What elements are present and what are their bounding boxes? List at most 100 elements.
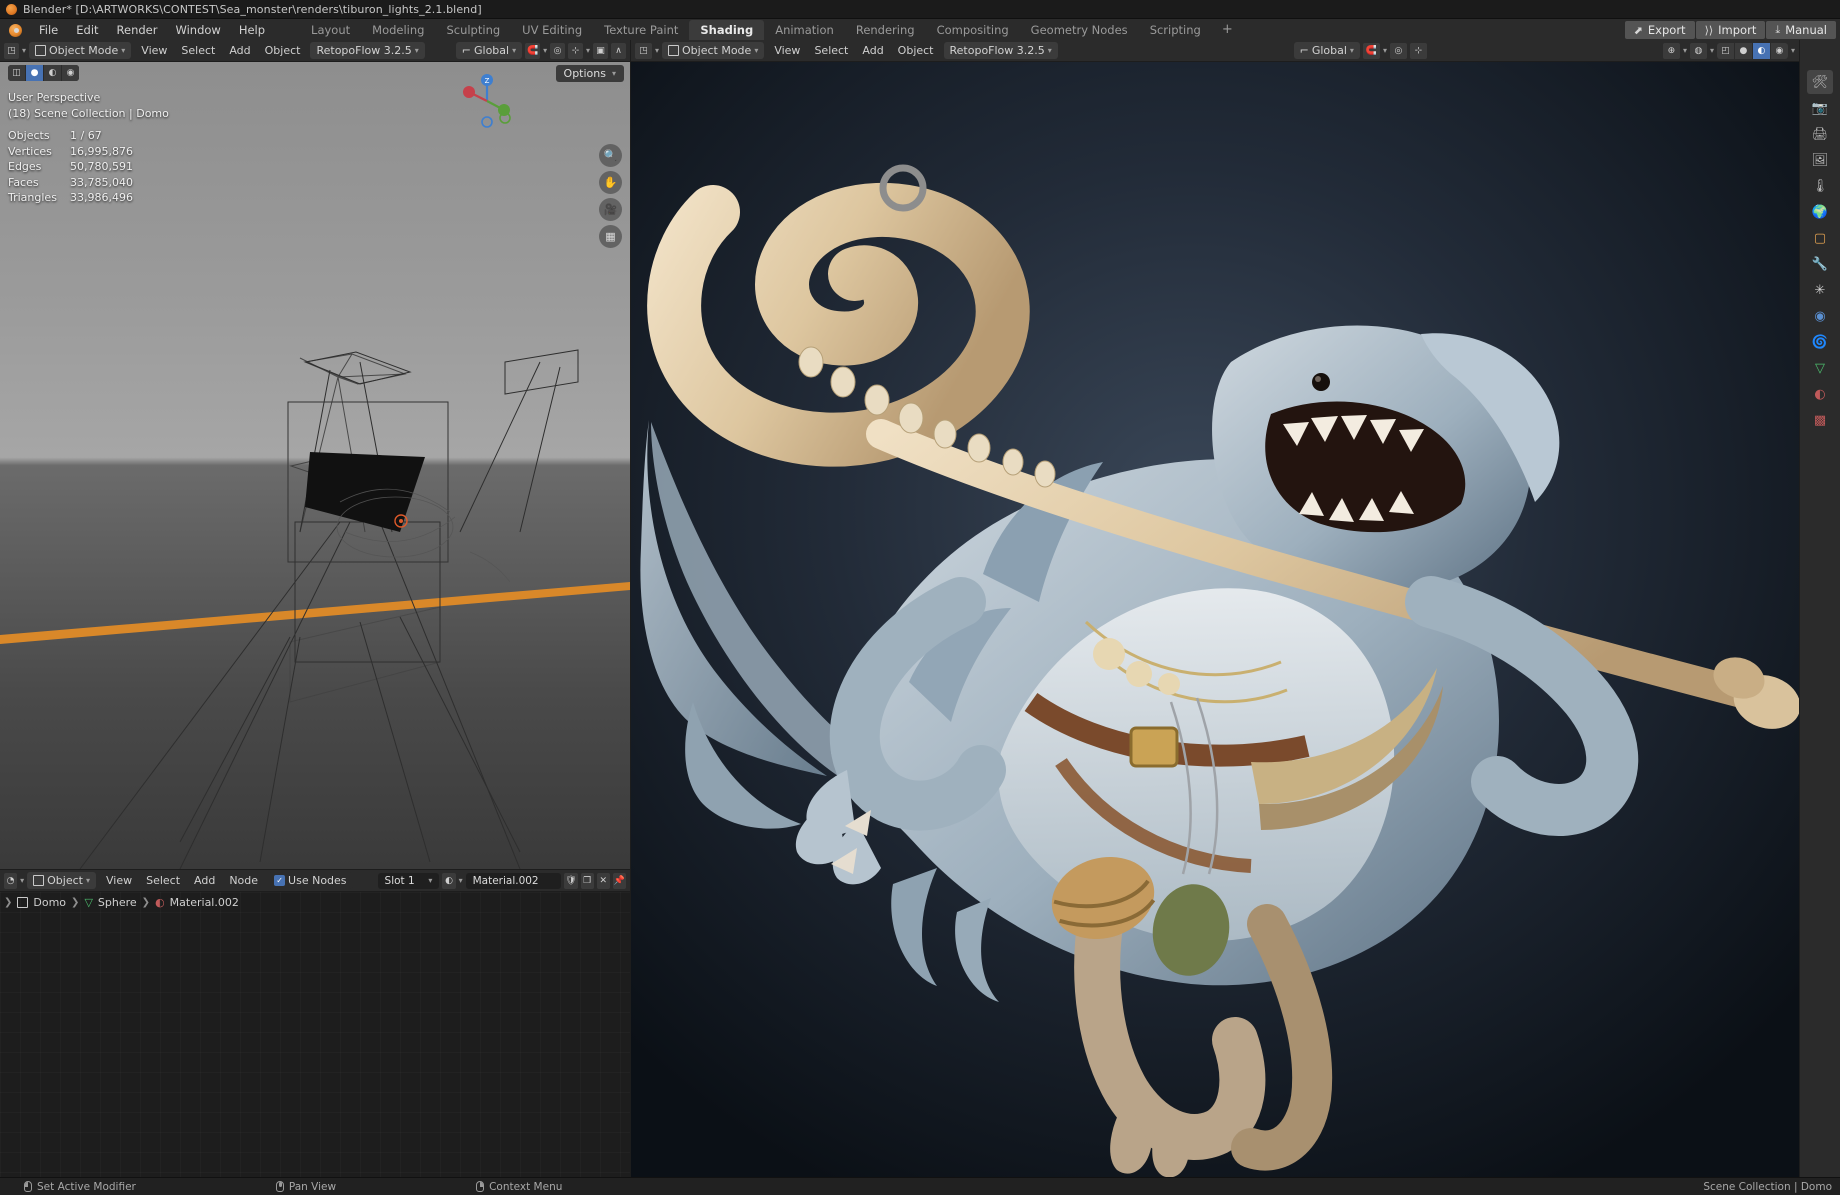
render-icon[interactable]: 📷 (1807, 96, 1833, 120)
show-overlays-icon-right[interactable]: ◍ (1689, 42, 1707, 59)
retopoflow-menu-right[interactable]: RetopoFlow 3.2.5 ▾ (943, 42, 1058, 59)
shader-node-editor[interactable]: ◔ ▾ Object ▾ View Select Add Node ✓ Use Nod… (0, 870, 630, 1177)
shading-material-icon-right[interactable]: ◐ (1752, 42, 1770, 59)
viewport-right-menu-view[interactable]: View (767, 42, 807, 59)
mode-selector-right[interactable]: Object Mode ▾ (662, 42, 765, 59)
export-button[interactable]: ⬈ Export (1624, 21, 1695, 39)
menu-help[interactable]: Help (230, 20, 274, 40)
add-workspace-button[interactable]: + (1212, 22, 1243, 37)
material-name-field[interactable]: Material.002 (465, 872, 562, 889)
view-layer-icon[interactable]: 🖼 (1807, 148, 1833, 172)
snap-magnet-icon-left[interactable]: 🧲 (525, 42, 541, 59)
viewport-left-menu-select[interactable]: Select (174, 42, 222, 59)
workspace-tab-texture-paint[interactable]: Texture Paint (593, 20, 689, 40)
viewport-left-options-button[interactable]: Options ▾ (555, 65, 624, 82)
menu-window[interactable]: Window (166, 20, 229, 40)
workspace-tab-scripting[interactable]: Scripting (1139, 20, 1212, 40)
shading-rendered-icon-left[interactable]: ◉ (62, 65, 79, 81)
constraints-icon[interactable]: 🌀 (1807, 330, 1833, 354)
viewport-right-menu-add[interactable]: Add (855, 42, 890, 59)
physics-icon[interactable]: ◉ (1807, 304, 1833, 328)
fake-user-shield-icon[interactable]: 🛡 (564, 872, 578, 889)
node-editor-menu-select[interactable]: Select (139, 872, 187, 889)
mode-selector-left[interactable]: Object Mode ▾ (28, 42, 132, 59)
viewport-left-canvas[interactable]: User Perspective (18) Scene Collection |… (0, 62, 630, 869)
browse-material-icon[interactable]: ◐ (442, 872, 456, 889)
manual-button[interactable]: ⤓ Manual (1766, 21, 1836, 39)
ortho-toggle-icon-left[interactable]: ▦ (599, 225, 622, 248)
shading-rendered-icon-right[interactable]: ◉ (1770, 42, 1788, 59)
shader-type-selector[interactable]: Object ▾ (27, 872, 96, 889)
world-icon[interactable]: 🌍 (1807, 200, 1833, 224)
snap-target-icon-left[interactable]: ▣ (593, 42, 608, 59)
rendered-image[interactable] (631, 62, 1799, 1177)
editor-type-icon[interactable]: ◳ (4, 42, 19, 59)
shading-wireframe-icon-right[interactable]: ◰ (1716, 42, 1734, 59)
workspace-tab-modeling[interactable]: Modeling (361, 20, 435, 40)
transform-orientation-right[interactable]: ⌐ Global ▾ (1293, 42, 1360, 59)
viewport-right[interactable]: ◳ ▾ Object Mode ▾ View Select Add Object Re… (631, 40, 1799, 1177)
menu-render[interactable]: Render (108, 20, 167, 40)
texture-icon[interactable]: ▩ (1807, 408, 1833, 432)
blender-app-icon[interactable] (6, 21, 26, 39)
breadcrumb-item-mesh[interactable]: Sphere (98, 896, 137, 909)
node-editor-menu-add[interactable]: Add (187, 872, 222, 889)
workspace-tab-animation[interactable]: Animation (764, 20, 845, 40)
show-gizmo-icon-right[interactable]: ⊕ (1662, 42, 1680, 59)
node-editor-canvas[interactable] (0, 892, 630, 1177)
navigation-gizmo-left[interactable]: Z (456, 70, 518, 132)
duplicate-material-icon[interactable]: ❐ (580, 872, 594, 889)
transform-orientation-left[interactable]: ⌐ Global ▾ (455, 42, 523, 59)
zoom-tool-icon-left[interactable]: 🔍 (599, 144, 622, 167)
shading-solid-icon-left[interactable]: ● (26, 65, 43, 81)
menu-file[interactable]: File (30, 20, 67, 40)
breadcrumb-item-material[interactable]: Material.002 (170, 896, 239, 909)
unlink-material-icon[interactable]: ✕ (596, 872, 610, 889)
node-editor-type-icon[interactable]: ◔ (4, 872, 18, 889)
workspace-tab-sculpting[interactable]: Sculpting (435, 20, 511, 40)
breadcrumb-item-object[interactable]: Domo (33, 896, 66, 909)
pan-tool-icon-left[interactable]: ✋ (599, 171, 622, 194)
use-nodes-toggle[interactable]: ✓ Use Nodes (268, 872, 353, 889)
workspace-tab-compositing[interactable]: Compositing (926, 20, 1020, 40)
viewport-right-menu-select[interactable]: Select (807, 42, 855, 59)
node-editor-menu-view[interactable]: View (99, 872, 139, 889)
viewport-right-menu-object[interactable]: Object (891, 42, 941, 59)
workspace-tab-shading[interactable]: Shading (689, 19, 765, 40)
camera-view-icon-left[interactable]: 🎥 (599, 198, 622, 221)
workspace-tab-rendering[interactable]: Rendering (845, 20, 926, 40)
breadcrumb-caret-1: ❯ (71, 897, 80, 908)
pin-icon[interactable]: 📌 (612, 872, 626, 889)
falloff-curve-icon-left[interactable]: ∧ (611, 42, 626, 59)
proportional-edit-icon-left[interactable]: ◎ (550, 42, 566, 59)
shading-solid-icon-right[interactable]: ● (1734, 42, 1752, 59)
workspace-tab-uv-editing[interactable]: UV Editing (511, 20, 593, 40)
viewport-left-menu-add[interactable]: Add (222, 42, 257, 59)
editor-type-icon-right[interactable]: ◳ (635, 42, 652, 59)
proportional-edit-icon-right[interactable]: ◎ (1389, 42, 1407, 59)
material-slot-selector[interactable]: Slot 1 ▾ (377, 872, 440, 889)
particles-icon[interactable]: ✳ (1807, 278, 1833, 302)
viewport-right-menus: View Select Add Object (767, 42, 940, 59)
retopoflow-menu-left[interactable]: RetopoFlow 3.2.5 ▾ (310, 42, 425, 59)
data-icon[interactable]: ▽ (1807, 356, 1833, 380)
output-icon[interactable]: 🖨 (1807, 122, 1833, 146)
pivot-point-icon-left[interactable]: ⊹ (568, 42, 584, 59)
workspace-tab-geometry-nodes[interactable]: Geometry Nodes (1020, 20, 1139, 40)
material-icon[interactable]: ◐ (1807, 382, 1833, 406)
viewport-left-menu-view[interactable]: View (134, 42, 174, 59)
workspace-tab-layout[interactable]: Layout (300, 20, 361, 40)
node-editor-menu-node[interactable]: Node (222, 872, 265, 889)
import-button[interactable]: ⟩⟩ Import (1695, 21, 1766, 39)
tool-icon[interactable]: 🛠 (1807, 70, 1833, 94)
toggle-xray-icon-left[interactable]: ◫ (8, 65, 25, 81)
modifier-icon[interactable]: 🔧 (1807, 252, 1833, 276)
shading-material-icon-left[interactable]: ◐ (44, 65, 61, 81)
object-icon[interactable]: ▢ (1807, 226, 1833, 250)
snap-magnet-icon-right[interactable]: 🧲 (1362, 42, 1380, 59)
menu-edit[interactable]: Edit (67, 20, 107, 40)
pivot-point-icon-right[interactable]: ⊹ (1409, 42, 1427, 59)
viewport-left[interactable]: ◳ ▾ Object Mode ▾ View Select Add Object Re… (0, 40, 630, 869)
viewport-left-menu-object[interactable]: Object (258, 42, 308, 59)
scene-icon[interactable]: 🌡 (1807, 174, 1833, 198)
